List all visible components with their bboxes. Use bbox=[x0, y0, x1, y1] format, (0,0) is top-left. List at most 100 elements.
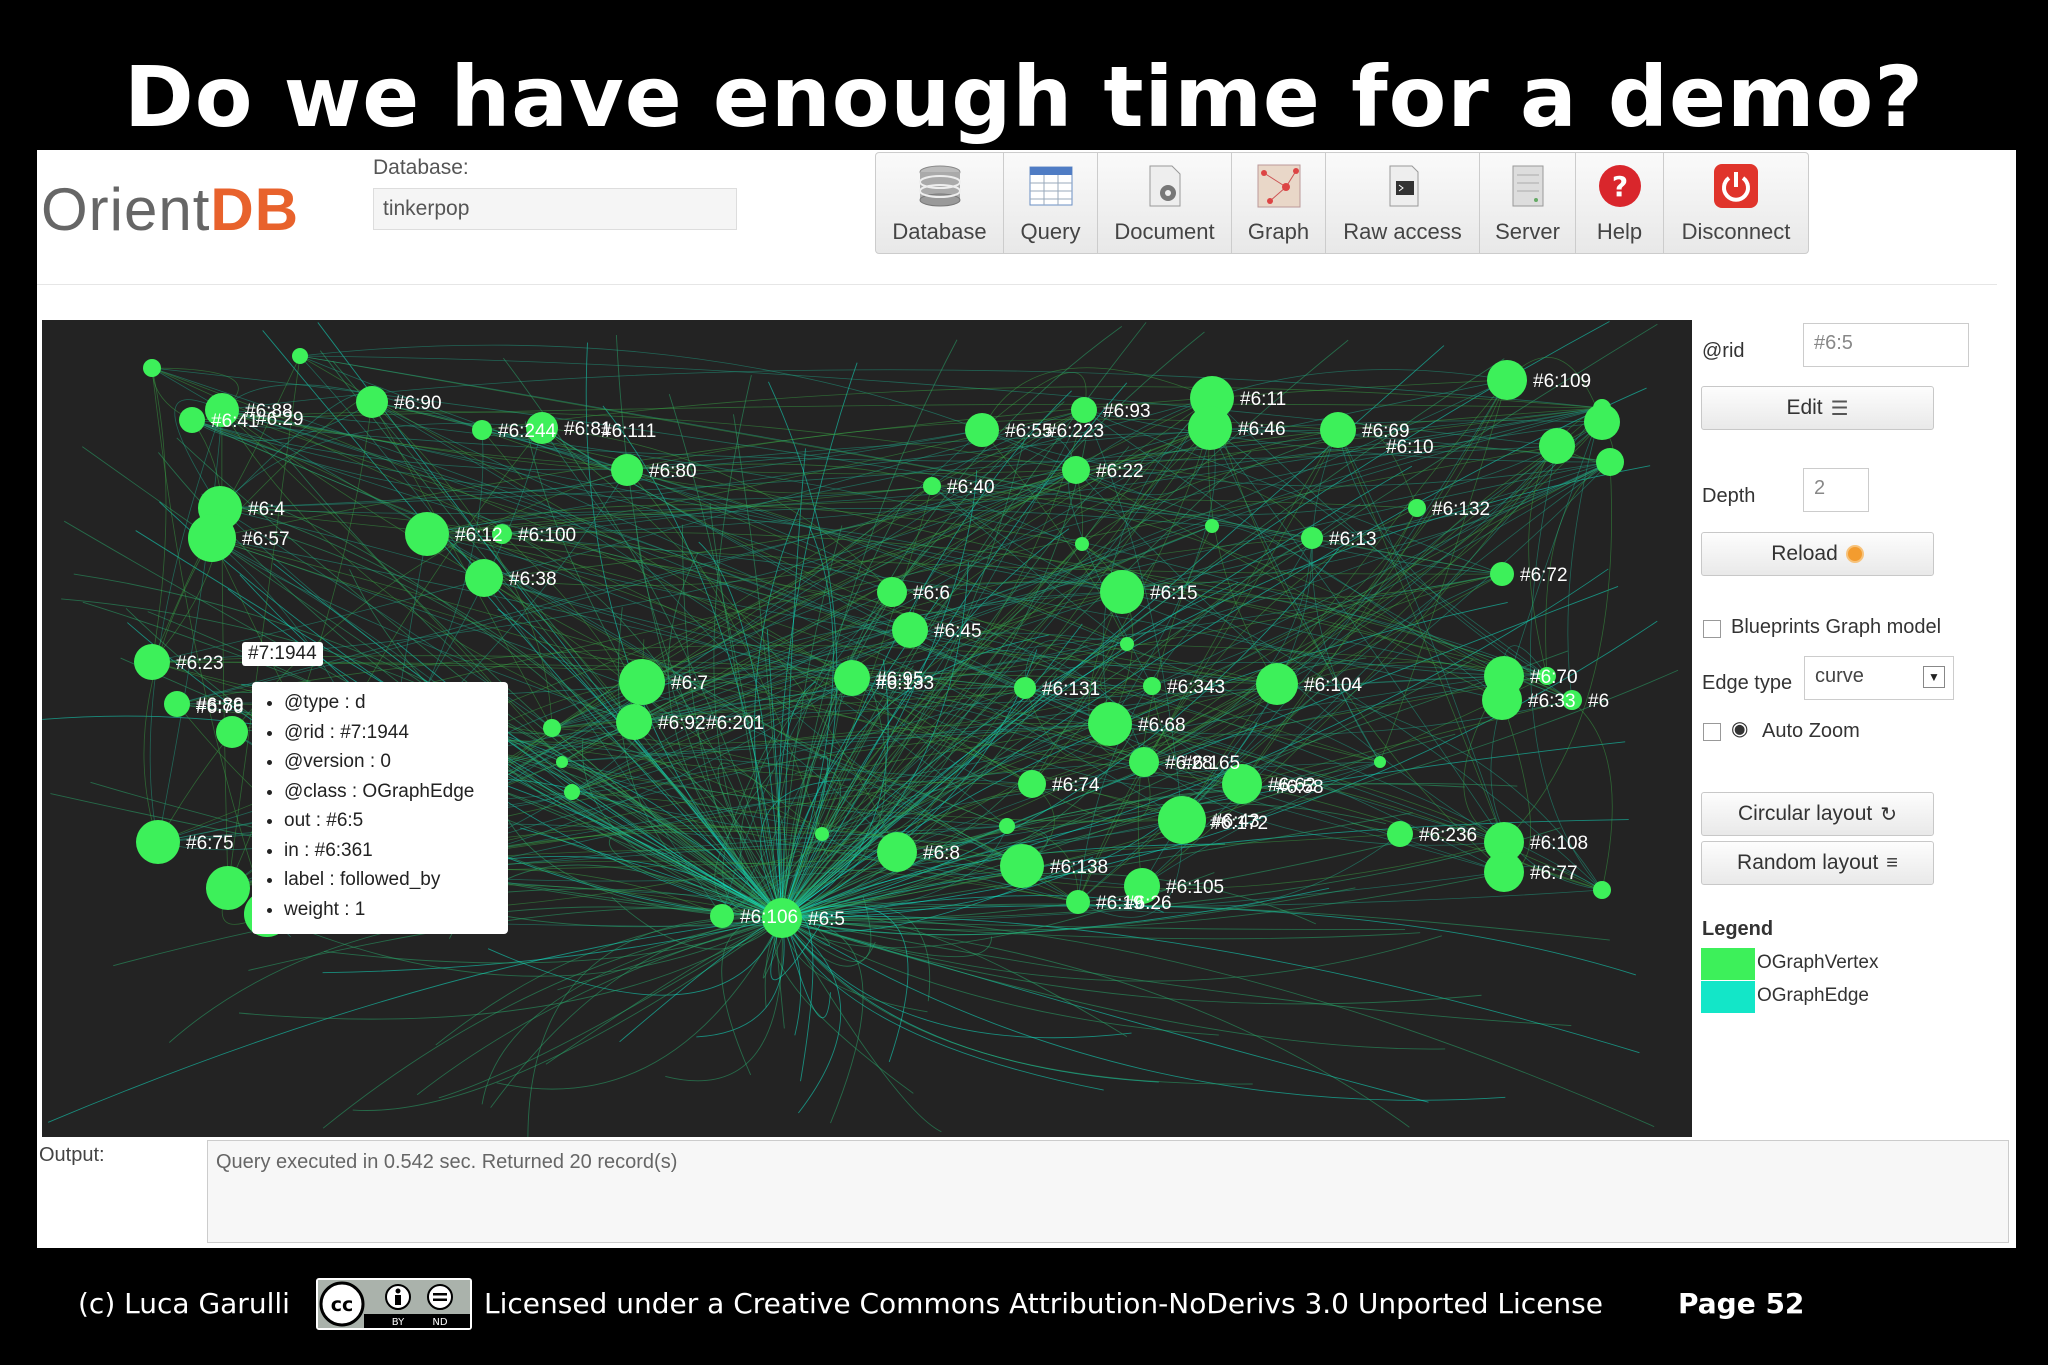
graph-edge[interactable] bbox=[665, 917, 783, 1082]
graph-vertex[interactable] bbox=[1487, 360, 1527, 400]
graph-vertex[interactable] bbox=[543, 719, 561, 737]
output-textarea[interactable]: Query executed in 0.542 sec. Returned 20… bbox=[207, 1140, 2009, 1243]
graph-vertex[interactable] bbox=[1205, 519, 1219, 533]
graph-vertex[interactable] bbox=[206, 866, 250, 910]
graph-vertex[interactable] bbox=[1593, 881, 1611, 899]
graph-edge[interactable] bbox=[781, 915, 1640, 1054]
graph-vertex[interactable] bbox=[1408, 499, 1426, 517]
graph-edge[interactable] bbox=[781, 917, 1506, 1101]
graph-vertex[interactable] bbox=[405, 512, 449, 556]
graph-edge[interactable] bbox=[773, 917, 914, 1094]
graph-vertex[interactable] bbox=[923, 477, 941, 495]
graph-vertex[interactable] bbox=[815, 827, 829, 841]
graph-vertex[interactable] bbox=[1482, 680, 1522, 720]
graph-button[interactable]: Graph bbox=[1232, 153, 1326, 253]
graph-vertex[interactable] bbox=[164, 691, 190, 717]
graph-vertex[interactable] bbox=[619, 659, 665, 705]
edit-button[interactable]: Edit ☰ bbox=[1701, 386, 1934, 430]
graph-vertex[interactable] bbox=[143, 359, 161, 377]
graph-edge[interactable] bbox=[352, 917, 783, 1111]
query-button[interactable]: Query bbox=[1004, 153, 1098, 253]
graph-vertex[interactable] bbox=[216, 716, 248, 748]
orientdb-studio-window: OrientDB Database: tinkerpop Database Qu… bbox=[37, 150, 2016, 1248]
graph-vertex[interactable] bbox=[1584, 404, 1620, 440]
graph-vertex[interactable] bbox=[1143, 677, 1161, 695]
graph-vertex[interactable] bbox=[1490, 562, 1514, 586]
graph-edge[interactable] bbox=[781, 917, 1655, 1128]
graph-vertex[interactable] bbox=[188, 514, 236, 562]
graph-vertex[interactable] bbox=[1088, 702, 1132, 746]
graph-vertex[interactable] bbox=[1120, 637, 1134, 651]
database-button[interactable]: Database bbox=[876, 153, 1004, 253]
graph-edge[interactable] bbox=[1503, 461, 1612, 843]
graph-canvas[interactable]: #6:88 #6:41 #6:29 #6:90 #6:244 #6:81 #6:111 #6:… bbox=[42, 320, 1692, 1137]
graph-vertex[interactable] bbox=[611, 454, 643, 486]
depth-field[interactable]: 2 bbox=[1803, 468, 1869, 512]
graph-vertex[interactable] bbox=[1066, 890, 1090, 914]
graph-vertex[interactable] bbox=[136, 820, 180, 864]
graph-edge[interactable] bbox=[416, 917, 783, 1096]
server-button[interactable]: Server bbox=[1480, 153, 1576, 253]
graph-vertex[interactable] bbox=[1000, 844, 1044, 888]
graph-vertex[interactable] bbox=[556, 756, 568, 768]
graph-vertex[interactable] bbox=[1256, 663, 1298, 705]
graph-edge[interactable] bbox=[619, 917, 783, 1043]
graph-vertex[interactable] bbox=[564, 784, 580, 800]
graph-vertex[interactable] bbox=[1188, 406, 1232, 450]
graph-vertex[interactable] bbox=[1301, 527, 1323, 549]
graph-vertex[interactable] bbox=[1374, 756, 1386, 768]
database-field[interactable]: tinkerpop bbox=[373, 188, 737, 230]
vertex-label: #6:138 bbox=[1050, 857, 1108, 878]
graph-vertex[interactable] bbox=[292, 348, 308, 364]
graph-edge[interactable] bbox=[781, 905, 1637, 976]
graph-edge[interactable] bbox=[781, 917, 1104, 1091]
graph-vertex[interactable] bbox=[356, 386, 388, 418]
graph-vertex[interactable] bbox=[999, 818, 1015, 834]
graph-edge[interactable] bbox=[527, 916, 783, 1137]
graph-vertex[interactable] bbox=[834, 660, 870, 696]
rid-field[interactable]: #6:5 bbox=[1803, 323, 1969, 367]
graph-vertex[interactable] bbox=[1018, 770, 1046, 798]
graph-vertex[interactable] bbox=[1129, 747, 1159, 777]
graph-vertex[interactable] bbox=[1320, 412, 1356, 448]
graph-vertex[interactable] bbox=[965, 413, 999, 447]
auto-zoom-checkbox[interactable] bbox=[1703, 723, 1721, 741]
graph-edge[interactable] bbox=[149, 409, 223, 843]
edge-type-select[interactable]: curve ▼ bbox=[1804, 656, 1954, 700]
graph-edge[interactable] bbox=[1031, 537, 1313, 785]
graph-vertex[interactable] bbox=[710, 904, 734, 928]
blueprints-checkbox[interactable] bbox=[1703, 620, 1721, 638]
graph-vertex[interactable] bbox=[134, 644, 170, 680]
graph-vertex[interactable] bbox=[179, 407, 205, 433]
reload-icon bbox=[1845, 545, 1864, 563]
graph-vertex[interactable] bbox=[1071, 397, 1097, 423]
circular-layout-button[interactable]: Circular layout ↻ bbox=[1701, 792, 1934, 836]
graph-vertex[interactable] bbox=[892, 612, 928, 648]
graph-vertex[interactable] bbox=[1596, 448, 1624, 476]
disconnect-button[interactable]: Disconnect bbox=[1664, 153, 1808, 253]
graph-vertex[interactable] bbox=[465, 559, 503, 597]
graph-edge[interactable] bbox=[781, 917, 942, 1133]
graph-edge[interactable] bbox=[435, 917, 783, 1046]
document-button[interactable]: Document bbox=[1098, 153, 1232, 253]
graph-vertex[interactable] bbox=[877, 577, 907, 607]
graph-vertex[interactable] bbox=[472, 420, 492, 440]
graph-vertex[interactable] bbox=[1075, 537, 1089, 551]
graph-edge[interactable] bbox=[781, 917, 1482, 1005]
help-button[interactable]: ? Help bbox=[1576, 153, 1664, 253]
graph-vertex[interactable] bbox=[1014, 677, 1036, 699]
graph-edge[interactable] bbox=[696, 917, 785, 1038]
graph-edge[interactable] bbox=[151, 367, 1503, 575]
raw-access-button[interactable]: Raw access bbox=[1326, 153, 1480, 253]
random-layout-button[interactable]: Random layout ≡ bbox=[1701, 841, 1934, 885]
graph-vertex[interactable] bbox=[1387, 821, 1413, 847]
graph-vertex[interactable] bbox=[1062, 456, 1090, 484]
graph-vertex[interactable] bbox=[1484, 852, 1524, 892]
graph-vertex[interactable] bbox=[877, 832, 917, 872]
graph-vertex[interactable] bbox=[616, 704, 652, 740]
graph-vertex[interactable] bbox=[1158, 796, 1206, 844]
reload-button[interactable]: Reload bbox=[1701, 532, 1934, 576]
graph-vertex[interactable] bbox=[1539, 428, 1575, 464]
graph-edge[interactable] bbox=[47, 917, 783, 1123]
graph-vertex[interactable] bbox=[1100, 570, 1144, 614]
